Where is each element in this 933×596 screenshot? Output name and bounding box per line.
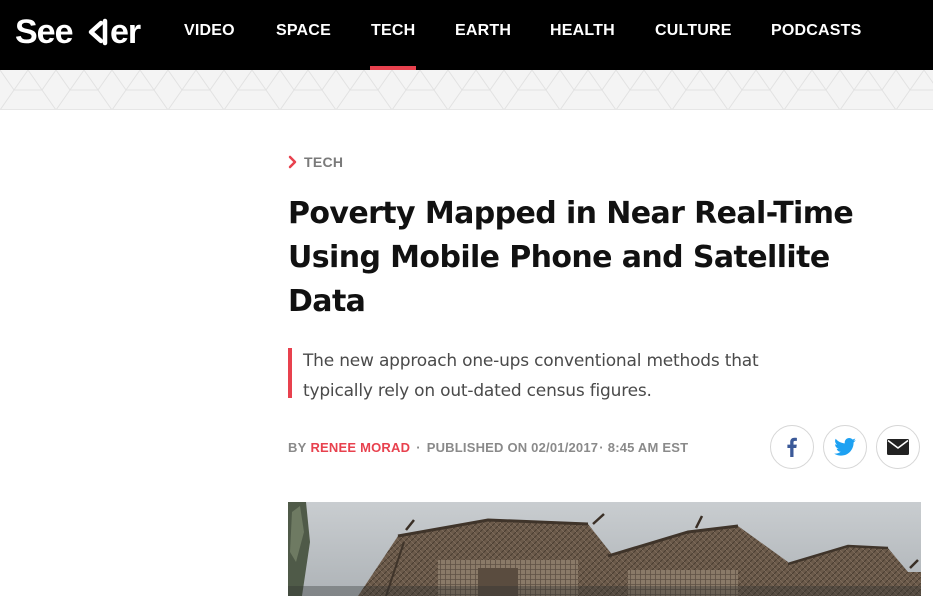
byline-separator: ·	[416, 439, 421, 455]
byline-separator: ·	[599, 439, 604, 455]
twitter-icon	[834, 438, 856, 456]
dek-accent-bar	[288, 348, 292, 398]
nav-item-tech[interactable]: TECH	[369, 0, 417, 70]
logo-text-see: See	[15, 13, 73, 51]
nav-item-culture[interactable]: CULTURE	[655, 0, 732, 70]
nav-item-earth[interactable]: EARTH	[455, 0, 511, 70]
nav-item-space[interactable]: SPACE	[276, 0, 331, 70]
headline-line: Poverty Mapped in Near Real-Time	[288, 196, 854, 231]
seeker-logo[interactable]: See er	[15, 9, 150, 53]
published-date: PUBLISHED ON 02/01/2017	[426, 439, 599, 455]
chevron-right-icon	[288, 155, 297, 169]
nav-item-podcasts[interactable]: PODCASTS	[771, 0, 862, 70]
article-category-link[interactable]: TECH	[288, 152, 343, 172]
dek-line: typically rely on out-dated census figur…	[303, 381, 652, 401]
category-label: TECH	[304, 154, 344, 170]
share-facebook-button[interactable]	[770, 425, 814, 469]
article-byline: BY RENEE MORAD · PUBLISHED ON 02/01/2017…	[288, 438, 688, 456]
triangle-pattern-icon	[0, 70, 933, 109]
email-icon	[887, 439, 909, 455]
stilt-houses-photo	[288, 502, 921, 596]
published-time: 8:45 AM EST	[607, 439, 689, 455]
logo-text-er: er	[110, 13, 141, 51]
article-headline: Poverty Mapped in Near Real-Time Using M…	[288, 192, 888, 324]
share-email-button[interactable]	[876, 425, 920, 469]
dek-line: The new approach one-ups conventional me…	[303, 351, 759, 371]
logo-k-mark-icon	[88, 18, 108, 46]
byline-by: BY	[288, 439, 307, 455]
article-hero-image	[288, 502, 921, 596]
headline-line: Data	[288, 284, 366, 319]
share-twitter-button[interactable]	[823, 425, 867, 469]
nav-item-video[interactable]: VIDEO	[184, 0, 235, 70]
article-dek: The new approach one-ups conventional me…	[288, 346, 888, 406]
decorative-pattern-band	[0, 70, 933, 110]
nav-item-health[interactable]: HEALTH	[550, 0, 615, 70]
top-navigation-bar: See er VIDEO SPACE TECH EARTH HEALTH CUL…	[0, 0, 933, 70]
facebook-icon	[787, 437, 797, 457]
author-link[interactable]: RENEE MORAD	[310, 440, 410, 455]
headline-line: Using Mobile Phone and Satellite	[288, 240, 830, 275]
